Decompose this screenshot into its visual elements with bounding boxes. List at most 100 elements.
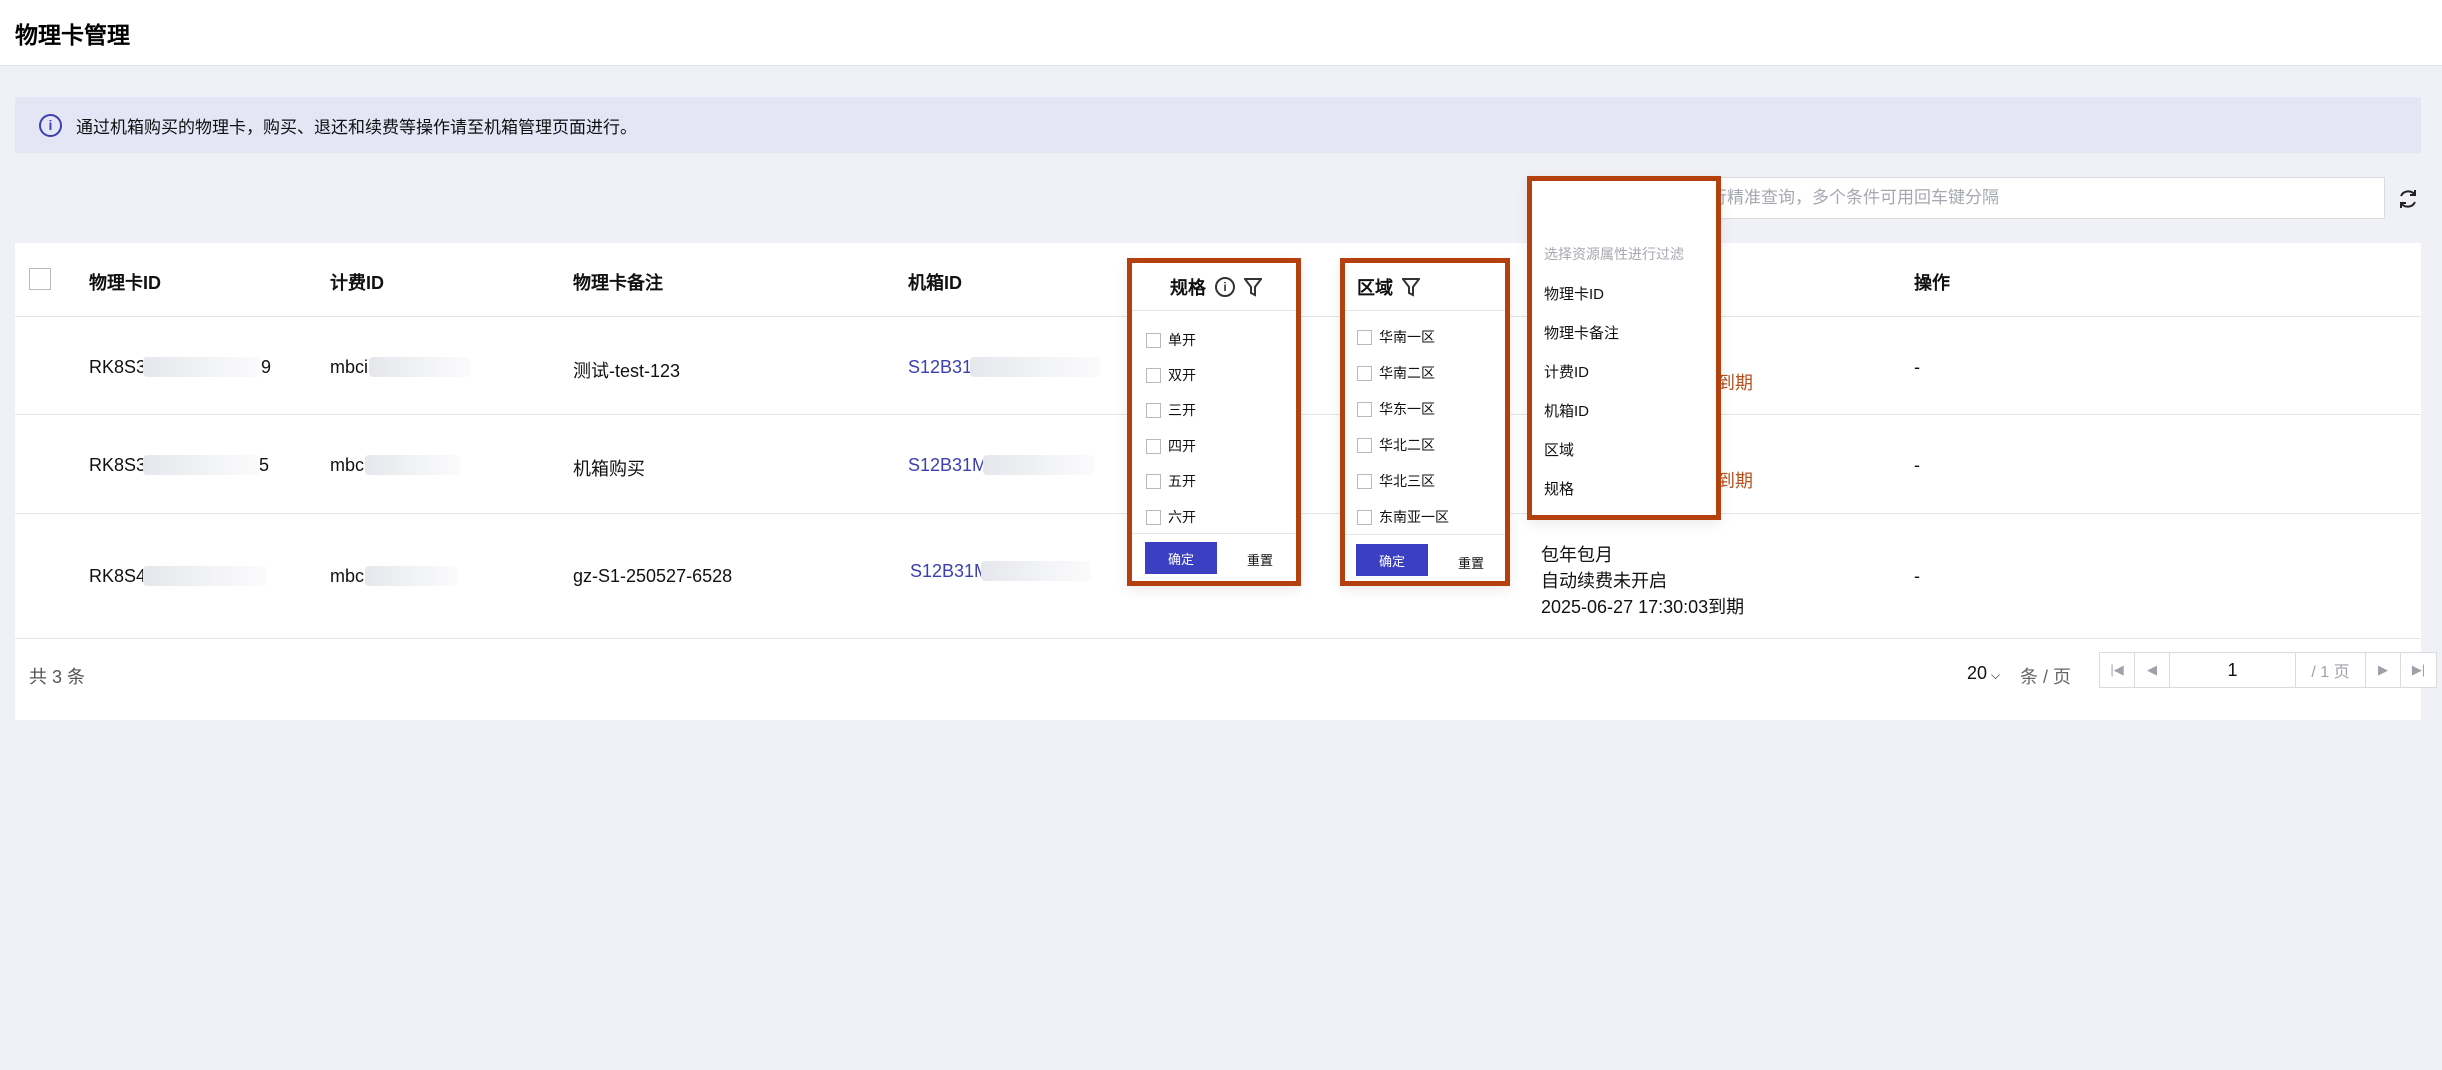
- region-option-label: 华南二区: [1379, 365, 1435, 381]
- total-count: 共 3 条: [29, 667, 86, 687]
- spec-option-label: 五开: [1168, 473, 1196, 489]
- row-chassis-link[interactable]: S12B31: [908, 357, 972, 378]
- checkbox[interactable]: [1146, 473, 1161, 489]
- region-option[interactable]: 华东一区: [1357, 399, 1435, 419]
- row-chassis-link[interactable]: S12B31M: [910, 561, 989, 582]
- redacted-value: [970, 357, 1100, 377]
- page-size-unit: 条 / 页: [2020, 667, 2072, 687]
- checkbox[interactable]: [1357, 509, 1372, 525]
- region-option-label: 华北三区: [1379, 473, 1435, 489]
- checkbox[interactable]: [1146, 332, 1161, 348]
- refresh-icon[interactable]: [2394, 185, 2422, 213]
- notice-banner: i 通过机箱购买的物理卡，购买、退还和续费等操作请至机箱管理页面进行。: [15, 97, 2421, 153]
- checkbox[interactable]: [1357, 473, 1372, 489]
- total-pages: / 1 页: [2296, 653, 2366, 687]
- row-chassis-link[interactable]: S12B31M: [908, 455, 987, 476]
- chevron-down-icon: ⌵: [1991, 668, 2001, 682]
- checkbox[interactable]: [1357, 329, 1372, 345]
- redacted-value: [365, 566, 457, 586]
- row-card-id-tail: 9: [261, 357, 272, 377]
- row-billing-mode: 包年包月: [1541, 545, 1613, 565]
- search-menu-anchor: [1532, 181, 1716, 221]
- search-menu-item[interactable]: 机箱ID: [1544, 400, 1589, 421]
- redacted-value: [143, 566, 267, 586]
- page-size-select[interactable]: 20 ⌵: [1967, 663, 2000, 684]
- checkbox[interactable]: [1146, 438, 1161, 454]
- spec-option[interactable]: 单开: [1146, 330, 1196, 350]
- search-menu-item[interactable]: 区域: [1544, 439, 1574, 460]
- first-page-icon[interactable]: |◀: [2100, 653, 2135, 687]
- row-remark: 机箱购买: [573, 459, 645, 479]
- spec-confirm-button[interactable]: 确定: [1145, 542, 1217, 574]
- row-expire-status: 到期: [1717, 373, 1753, 393]
- spec-reset-button[interactable]: 重置: [1247, 550, 1273, 569]
- filter-icon[interactable]: [1243, 277, 1263, 302]
- page-size-value: 20: [1967, 663, 1988, 683]
- notice-text: 通过机箱购买的物理卡，购买、退还和续费等操作请至机箱管理页面进行。: [76, 117, 637, 137]
- last-page-icon[interactable]: ▶|: [2401, 653, 2436, 687]
- checkbox[interactable]: [1146, 402, 1161, 418]
- spec-option-label: 双开: [1168, 367, 1196, 383]
- search-attribute-menu: 选择资源属性进行过滤 物理卡ID 物理卡备注 计费ID 机箱ID 区域 规格: [1527, 176, 1721, 520]
- row-billing-id: mbc: [330, 566, 365, 586]
- row-card-id: RK8S3: [89, 357, 147, 377]
- spec-option[interactable]: 四开: [1146, 436, 1196, 456]
- spec-option[interactable]: 五开: [1146, 471, 1196, 491]
- prev-page-icon[interactable]: ◀: [2135, 653, 2170, 687]
- select-all-checkbox[interactable]: [29, 268, 51, 290]
- divider: [1345, 534, 1505, 535]
- header-chassis-id[interactable]: 机箱ID: [908, 269, 962, 295]
- page-number-input[interactable]: [2170, 653, 2296, 687]
- header-card-id[interactable]: 物理卡ID: [89, 269, 161, 295]
- region-option[interactable]: 华北二区: [1357, 435, 1435, 455]
- spec-option-label: 六开: [1168, 509, 1196, 525]
- row-expire-status: 到期: [1717, 471, 1753, 491]
- region-filter-dropdown: 区域 华南一区 华南二区 华东一区 华北二区 华北三区 东南亚一区 确定 重置: [1340, 258, 1510, 586]
- spec-option-label: 三开: [1168, 402, 1196, 418]
- row-card-id: RK8S3: [89, 455, 147, 475]
- spec-option-label: 单开: [1168, 332, 1196, 348]
- row-card-id-tail: 5: [259, 455, 270, 475]
- checkbox[interactable]: [1357, 365, 1372, 381]
- spec-option[interactable]: 三开: [1146, 400, 1196, 420]
- row-billing-id: mbci: [330, 357, 369, 377]
- search-menu-item[interactable]: 物理卡ID: [1544, 283, 1604, 304]
- spec-option[interactable]: 六开: [1146, 507, 1196, 527]
- search-menu-item[interactable]: 物理卡备注: [1544, 322, 1619, 343]
- checkbox[interactable]: [1357, 401, 1372, 417]
- info-icon: i: [39, 113, 62, 137]
- info-icon[interactable]: i: [1215, 277, 1235, 297]
- region-option[interactable]: 华北三区: [1357, 471, 1435, 491]
- search-menu-item[interactable]: 规格: [1544, 478, 1574, 499]
- checkbox[interactable]: [1357, 437, 1372, 453]
- page-header: 物理卡管理: [0, 0, 2442, 66]
- header-billing-id[interactable]: 计费ID: [330, 269, 384, 295]
- redacted-value: [983, 455, 1095, 475]
- row-card-id: RK8S4: [89, 566, 147, 586]
- header-actions: 操作: [1914, 273, 1950, 293]
- region-reset-button[interactable]: 重置: [1458, 553, 1484, 572]
- row-action: -: [1914, 357, 1920, 377]
- next-page-icon[interactable]: ▶: [2366, 653, 2401, 687]
- search-menu-hint: 选择资源属性进行过滤: [1544, 246, 1684, 262]
- row-auto-renew: 自动续费未开启: [1541, 571, 1667, 591]
- region-option-label: 华南一区: [1379, 329, 1435, 345]
- region-option[interactable]: 华南一区: [1357, 327, 1435, 347]
- region-option[interactable]: 华南二区: [1357, 363, 1435, 383]
- row-billing-id: mbc: [330, 455, 365, 475]
- spec-filter-header: 规格 i: [1132, 263, 1296, 311]
- row-expire-time: 2025-06-27 17:30:03到期: [1541, 597, 1745, 617]
- checkbox[interactable]: [1146, 509, 1161, 525]
- redacted-value: [365, 455, 460, 475]
- search-menu-item[interactable]: 计费ID: [1544, 361, 1589, 382]
- region-filter-header: 区域: [1345, 263, 1505, 311]
- row-remark: gz-S1-250527-6528: [573, 566, 733, 586]
- region-confirm-button[interactable]: 确定: [1356, 544, 1428, 576]
- region-filter-title: 区域: [1357, 278, 1393, 298]
- header-remark[interactable]: 物理卡备注: [573, 269, 663, 295]
- checkbox[interactable]: [1146, 367, 1161, 383]
- filter-icon[interactable]: [1401, 277, 1421, 302]
- region-option[interactable]: 东南亚一区: [1357, 507, 1449, 527]
- redacted-value: [981, 561, 1091, 581]
- spec-option[interactable]: 双开: [1146, 365, 1196, 385]
